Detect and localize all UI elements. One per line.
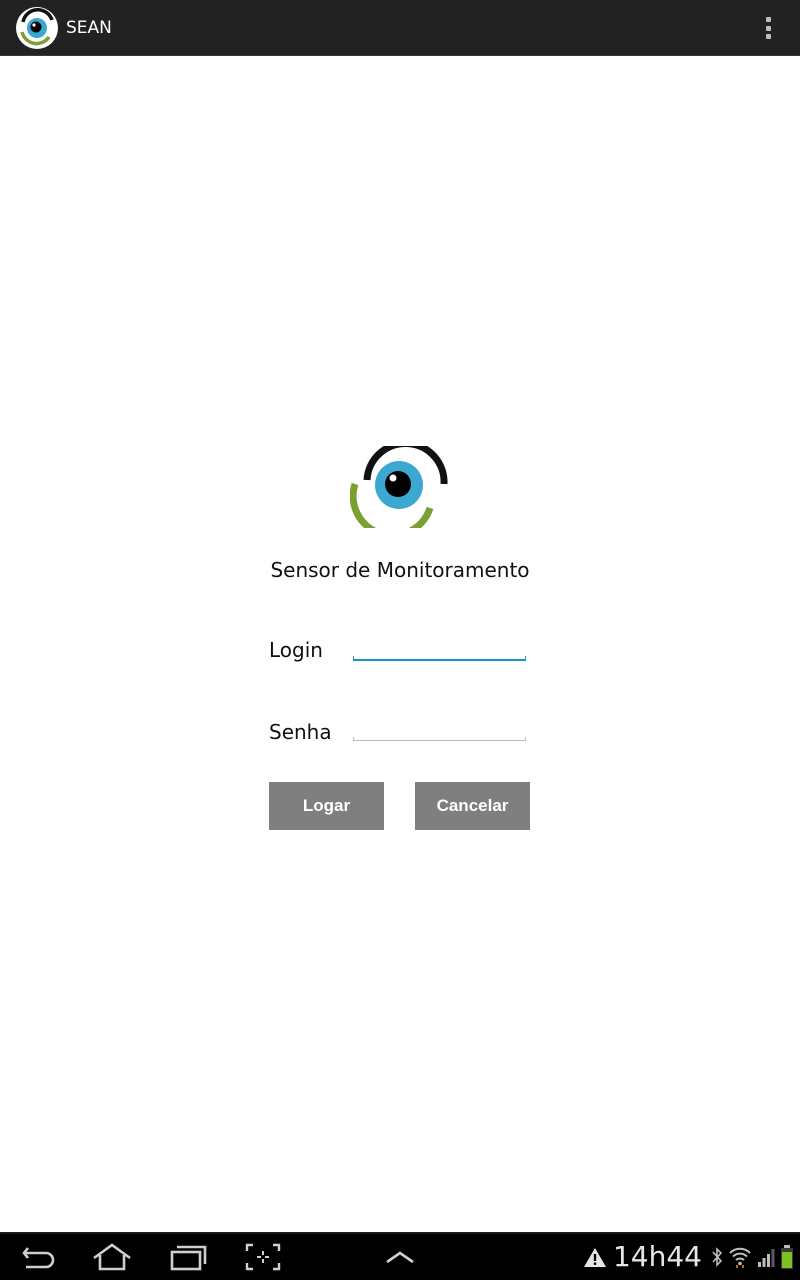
warning-icon[interactable] — [583, 1246, 607, 1268]
overflow-menu-button[interactable] — [756, 14, 780, 42]
clock[interactable]: 14h44 — [613, 1234, 702, 1280]
app-subtitle: Sensor de Monitoramento — [270, 558, 530, 582]
senha-input-underline — [353, 737, 526, 741]
bluetooth-icon — [712, 1247, 723, 1267]
recent-apps-icon[interactable] — [168, 1242, 208, 1272]
cancelar-button[interactable]: Cancelar — [415, 782, 530, 830]
sean-logo-icon — [350, 446, 448, 528]
overflow-dot — [765, 34, 771, 39]
system-bar: 14h44 — [0, 1232, 800, 1280]
back-icon[interactable] — [20, 1242, 58, 1272]
wifi-icon — [729, 1247, 751, 1268]
battery-icon — [781, 1245, 793, 1269]
senha-label: Senha — [269, 720, 332, 744]
action-bar: SEAN — [0, 0, 800, 56]
login-screen: SEAN Sensor de Monitoramento Login Senha… — [0, 0, 800, 1280]
overflow-dot — [765, 17, 771, 22]
chevron-up-icon[interactable] — [384, 1242, 416, 1272]
logar-button[interactable]: Logar — [269, 782, 384, 830]
login-input-underline — [353, 656, 526, 661]
signal-icon — [758, 1249, 775, 1267]
screenshot-icon[interactable] — [244, 1242, 282, 1272]
overflow-dot — [765, 25, 771, 31]
login-label: Login — [269, 638, 323, 662]
app-logo-icon[interactable] — [15, 6, 59, 50]
status-area: 14h44 — [583, 1234, 794, 1280]
home-icon[interactable] — [90, 1242, 134, 1272]
app-title: SEAN — [66, 18, 112, 38]
